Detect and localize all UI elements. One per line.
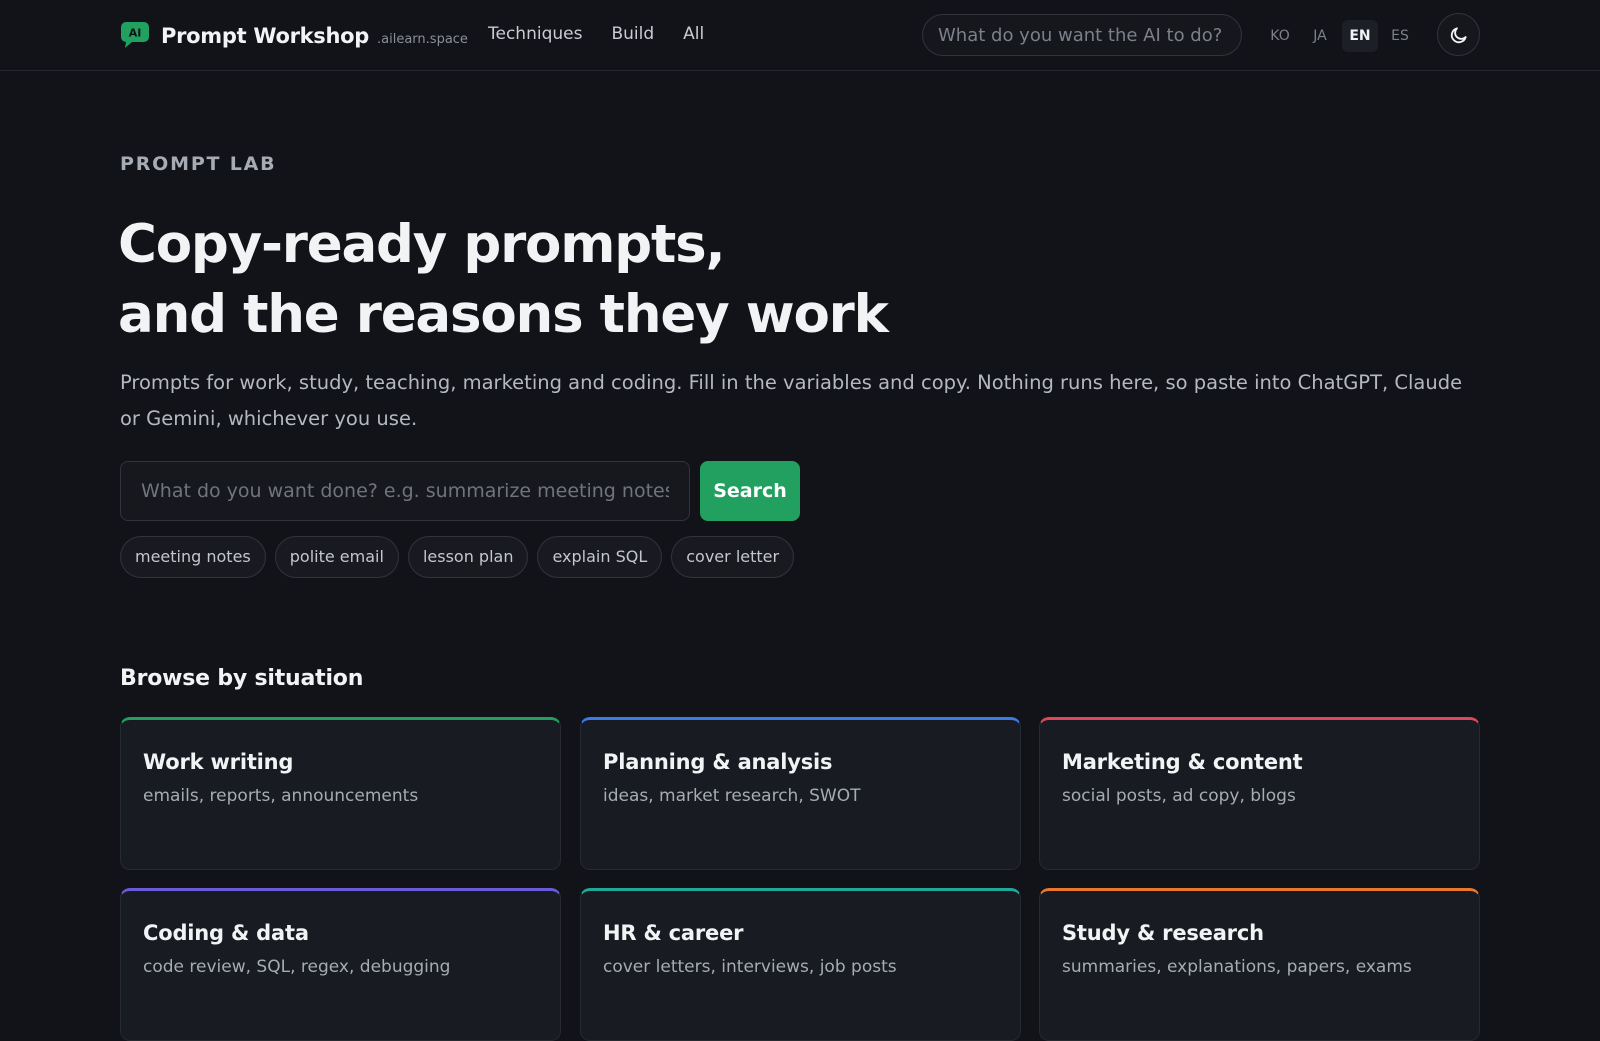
chip-meeting-notes[interactable]: meeting notes: [120, 536, 266, 578]
card-subtitle: ideas, market research, SWOT: [603, 786, 861, 806]
lang-ko[interactable]: KO: [1262, 20, 1298, 52]
card-subtitle: social posts, ad copy, blogs: [1062, 786, 1296, 806]
card-title: Marketing & content: [1062, 750, 1303, 774]
card-subtitle: code review, SQL, regex, debugging: [143, 957, 451, 977]
chip-lesson-plan[interactable]: lesson plan: [407, 536, 529, 578]
nav-build[interactable]: Build: [611, 22, 654, 46]
hero-title: Copy-ready prompts, and the reasons they…: [118, 210, 1018, 350]
theme-toggle-button[interactable]: [1437, 13, 1480, 56]
top-navigation-bar: AI Prompt Workshop .ailearn.space Techni…: [0, 0, 1600, 71]
lang-en[interactable]: EN: [1342, 20, 1378, 52]
card-hr-career[interactable]: HR & career cover letters, interviews, j…: [580, 888, 1021, 1041]
chip-cover-letter[interactable]: cover letter: [671, 536, 795, 578]
chip-explain-sql[interactable]: explain SQL: [537, 536, 663, 578]
card-title: HR & career: [603, 921, 744, 945]
hero-description: Prompts for work, study, teaching, marke…: [120, 371, 1463, 430]
card-subtitle: emails, reports, announcements: [143, 786, 419, 806]
card-title: Study & research: [1062, 921, 1264, 945]
logo-text: AI: [129, 27, 142, 40]
brand-link[interactable]: AI Prompt Workshop .ailearn.space: [120, 19, 468, 53]
hero-title-line-1: Copy-ready prompts,: [118, 214, 726, 275]
language-switcher: KO JA EN ES: [1262, 20, 1418, 52]
card-title: Work writing: [143, 750, 294, 774]
search-button[interactable]: Search: [700, 461, 800, 521]
brand-domain: .ailearn.space: [377, 32, 468, 47]
chip-polite-email[interactable]: polite email: [274, 536, 399, 578]
card-planning-analysis[interactable]: Planning & analysis ideas, market resear…: [580, 717, 1021, 870]
brand-name: Prompt Workshop: [161, 24, 370, 48]
moon-icon: [1450, 26, 1467, 43]
hero-eyebrow: PROMPT LAB: [120, 153, 277, 175]
header-search-input[interactable]: [922, 14, 1242, 56]
card-title: Planning & analysis: [603, 750, 833, 774]
main-nav: Techniques Build All: [488, 22, 704, 46]
main-search-input[interactable]: [120, 461, 690, 521]
card-work-writing[interactable]: Work writing emails, reports, announceme…: [120, 717, 561, 870]
card-subtitle: cover letters, interviews, job posts: [603, 957, 897, 977]
nav-techniques[interactable]: Techniques: [488, 22, 582, 46]
card-marketing-content[interactable]: Marketing & content social posts, ad cop…: [1039, 717, 1480, 870]
speech-bubble-logo-icon: AI: [121, 22, 149, 48]
hero-title-line-2: and the reasons they work: [118, 284, 889, 345]
suggestion-chips: meeting notes polite email lesson plan e…: [120, 536, 795, 578]
card-study-research[interactable]: Study & research summaries, explanations…: [1039, 888, 1480, 1041]
browse-section-title: Browse by situation: [120, 666, 364, 691]
card-coding-data[interactable]: Coding & data code review, SQL, regex, d…: [120, 888, 561, 1041]
card-subtitle: summaries, explanations, papers, exams: [1062, 957, 1412, 977]
lang-ja[interactable]: JA: [1302, 20, 1338, 52]
card-title: Coding & data: [143, 921, 309, 945]
lang-es[interactable]: ES: [1382, 20, 1418, 52]
nav-all[interactable]: All: [683, 22, 704, 46]
